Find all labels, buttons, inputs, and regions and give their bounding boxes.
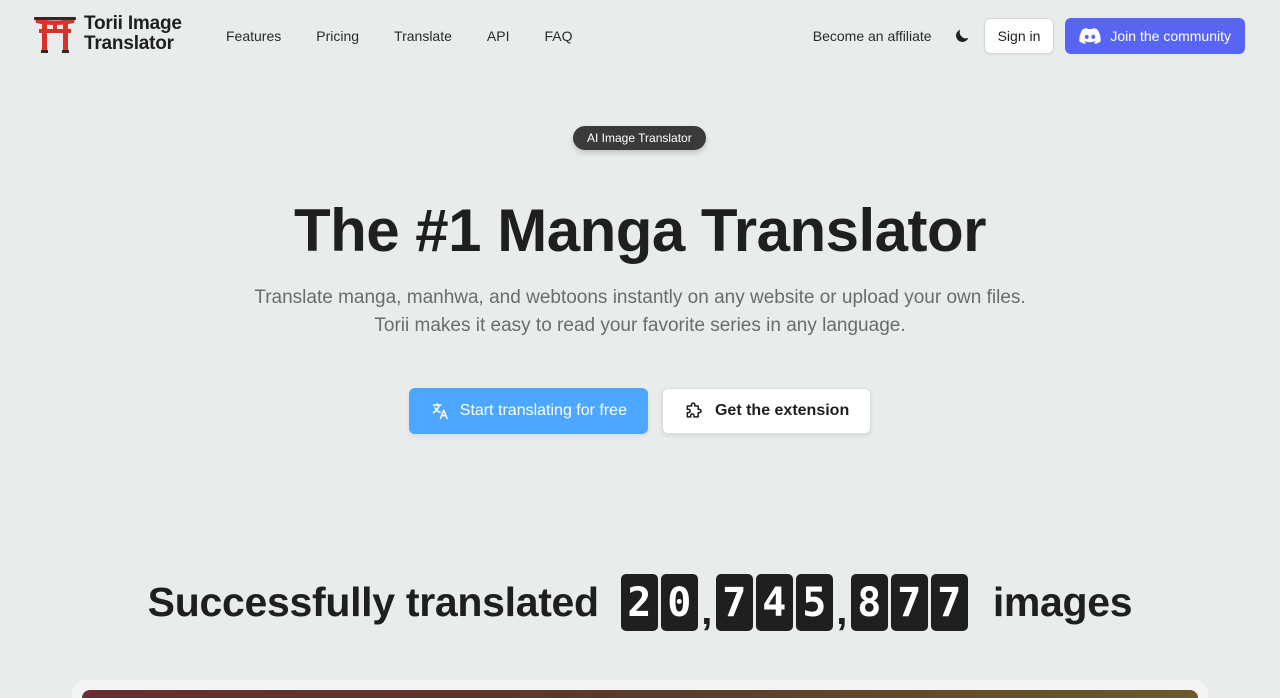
brand-name-line1: Torii Image (84, 13, 182, 34)
hero-subtitle: Translate manga, manhwa, and webtoons in… (254, 287, 1026, 336)
hero-title: The #1 Manga Translator (293, 197, 987, 264)
counter-digit: 4 (755, 574, 793, 631)
main-nav: Features Pricing Translate API FAQ (226, 26, 607, 46)
counter-digit: 7 (930, 574, 968, 631)
counter-digit: 8 (850, 574, 888, 631)
page: Torii Image Translator Features Pricing … (0, 0, 1280, 698)
counter-digit: 7 (715, 574, 753, 631)
puzzle-icon (686, 402, 702, 418)
join-community-button[interactable]: Join the community (1065, 18, 1245, 54)
nav-translate[interactable]: Translate (394, 26, 452, 46)
start-translating-label: Start translating for free (459, 402, 627, 419)
torii-gate-icon (34, 17, 76, 53)
counter-digit: 7 (890, 574, 928, 631)
translation-counter: Successfully translated 2 0 , 7 4 5 , 8 … (0, 574, 1280, 631)
counter-digit: 2 (620, 574, 658, 631)
get-extension-label: Get the extension (714, 402, 850, 419)
brand-name-line2: Translator (84, 33, 174, 54)
nav-features[interactable]: Features (226, 26, 281, 46)
brand-logo-link[interactable]: Torii Image Translator (34, 14, 182, 54)
header-actions: Become an affiliate Sign in Join the com… (813, 18, 1245, 54)
translate-icon (432, 402, 448, 420)
counter-digit: 5 (795, 574, 833, 631)
counter-separator: , (701, 589, 713, 633)
demo-preview-image (82, 690, 1198, 698)
hero-badge: AI Image Translator (573, 126, 706, 150)
counter-prefix: Successfully translated (147, 579, 599, 625)
affiliate-link[interactable]: Become an affiliate (813, 28, 932, 44)
counter-separator: , (836, 589, 848, 633)
sign-in-button[interactable]: Sign in (983, 18, 1055, 54)
brand-name: Torii Image Translator (84, 14, 182, 54)
demo-preview (72, 680, 1208, 698)
get-extension-button[interactable]: Get the extension (661, 388, 872, 434)
counter-digit: 0 (660, 574, 698, 631)
counter-suffix: images (992, 579, 1133, 625)
join-community-label: Join the community (1110, 28, 1231, 44)
site-header: Torii Image Translator Features Pricing … (0, 0, 1280, 72)
counter-digits: 2 0 , 7 4 5 , 8 7 7 (620, 574, 971, 633)
hero-cta-row: Start translating for free Get the exten… (0, 388, 1280, 434)
nav-api[interactable]: API (487, 26, 510, 46)
moon-icon[interactable] (953, 27, 971, 45)
start-translating-button[interactable]: Start translating for free (408, 388, 648, 434)
discord-icon (1079, 28, 1102, 44)
nav-pricing[interactable]: Pricing (316, 26, 359, 46)
nav-faq[interactable]: FAQ (544, 26, 572, 46)
